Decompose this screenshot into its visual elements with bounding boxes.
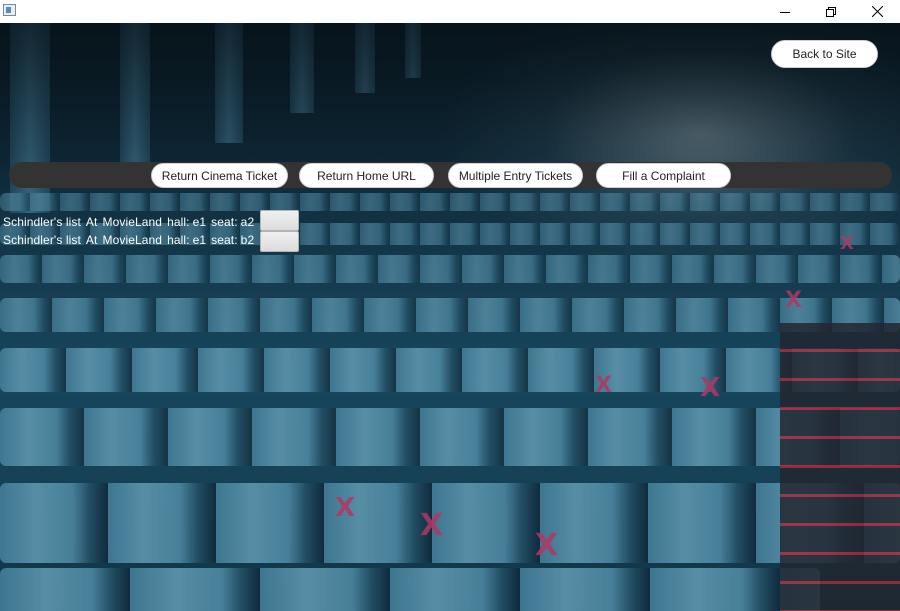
ticket-hall: e1 xyxy=(192,233,207,247)
window-titlebar xyxy=(0,0,900,23)
back-to-site-button[interactable]: Back to Site xyxy=(771,40,878,68)
ticket-cinema: MovieLand xyxy=(102,215,163,229)
ticket-hall: e1 xyxy=(192,215,207,229)
ticket-at-label: At xyxy=(85,215,98,229)
cinema-background-image: X X X X X X X xyxy=(0,23,900,611)
return-cinema-ticket-button[interactable]: Return Cinema Ticket xyxy=(151,163,288,188)
return-home-url-button[interactable]: Return Home URL xyxy=(299,163,434,188)
restore-icon[interactable] xyxy=(808,0,854,23)
close-icon[interactable] xyxy=(854,0,900,23)
ticket-seat: a2 xyxy=(240,215,255,229)
minimize-icon[interactable] xyxy=(762,0,808,23)
ticket-seat-label: seat: xyxy=(211,233,238,247)
ticket-cinema: MovieLand xyxy=(102,233,163,247)
ticket-at-label: At xyxy=(85,233,98,247)
fill-complaint-button[interactable]: Fill a Complaint xyxy=(596,163,731,188)
ticket-row: Schindler's list At MovieLand hall: e1 seat: b… xyxy=(3,233,259,249)
ticket-hall-label: hall: xyxy=(167,233,190,247)
ticket-seat-label: seat: xyxy=(211,215,238,229)
app-icon xyxy=(3,4,16,16)
ticket-movie: Schindler's list xyxy=(3,233,81,247)
ticket-movie: Schindler's list xyxy=(3,215,81,229)
ticket-action-button[interactable] xyxy=(260,231,299,252)
multiple-entry-tickets-button[interactable]: Multiple Entry Tickets xyxy=(448,163,583,188)
ticket-row: Schindler's list At MovieLand hall: e1 seat: a… xyxy=(3,215,259,231)
ticket-seat: b2 xyxy=(240,233,255,247)
ticket-action-button[interactable] xyxy=(260,210,299,231)
ticket-hall-label: hall: xyxy=(167,215,190,229)
